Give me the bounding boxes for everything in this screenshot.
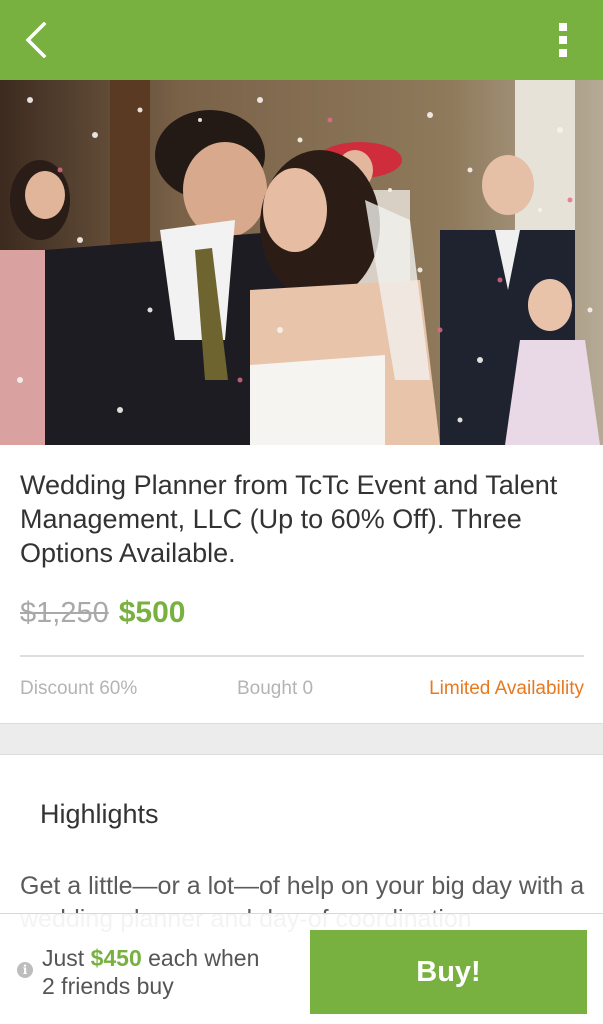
availability-label: Limited Availability [429, 678, 584, 699]
group-buy-price: $450 [90, 945, 142, 971]
deal-stats: Discount 60% Bought 0 Limited Availabili… [20, 678, 584, 706]
discount-label: Discount 60% [20, 678, 138, 699]
app-header [0, 0, 603, 80]
overflow-menu-icon [559, 23, 567, 31]
price-row: $1,250 $500 [20, 596, 185, 636]
deal-image [0, 80, 603, 445]
deal-price: $500 [118, 596, 186, 629]
info-icon[interactable]: i [17, 962, 33, 978]
highlights-title: Highlights [40, 799, 159, 829]
back-button[interactable] [14, 16, 58, 64]
deal-title: Wedding Planner from TcTc Event and Tale… [20, 470, 558, 568]
buy-button[interactable]: Buy! [310, 930, 587, 1014]
overflow-menu-button[interactable] [551, 20, 575, 60]
section-separator [0, 723, 603, 755]
divider [20, 655, 584, 657]
chevron-left-icon [25, 22, 47, 58]
group-buy-text: Just $450 each when 2 friends buy [42, 945, 260, 999]
original-price: $1,250 [20, 597, 109, 629]
bought-count: Bought 0 [237, 678, 314, 699]
